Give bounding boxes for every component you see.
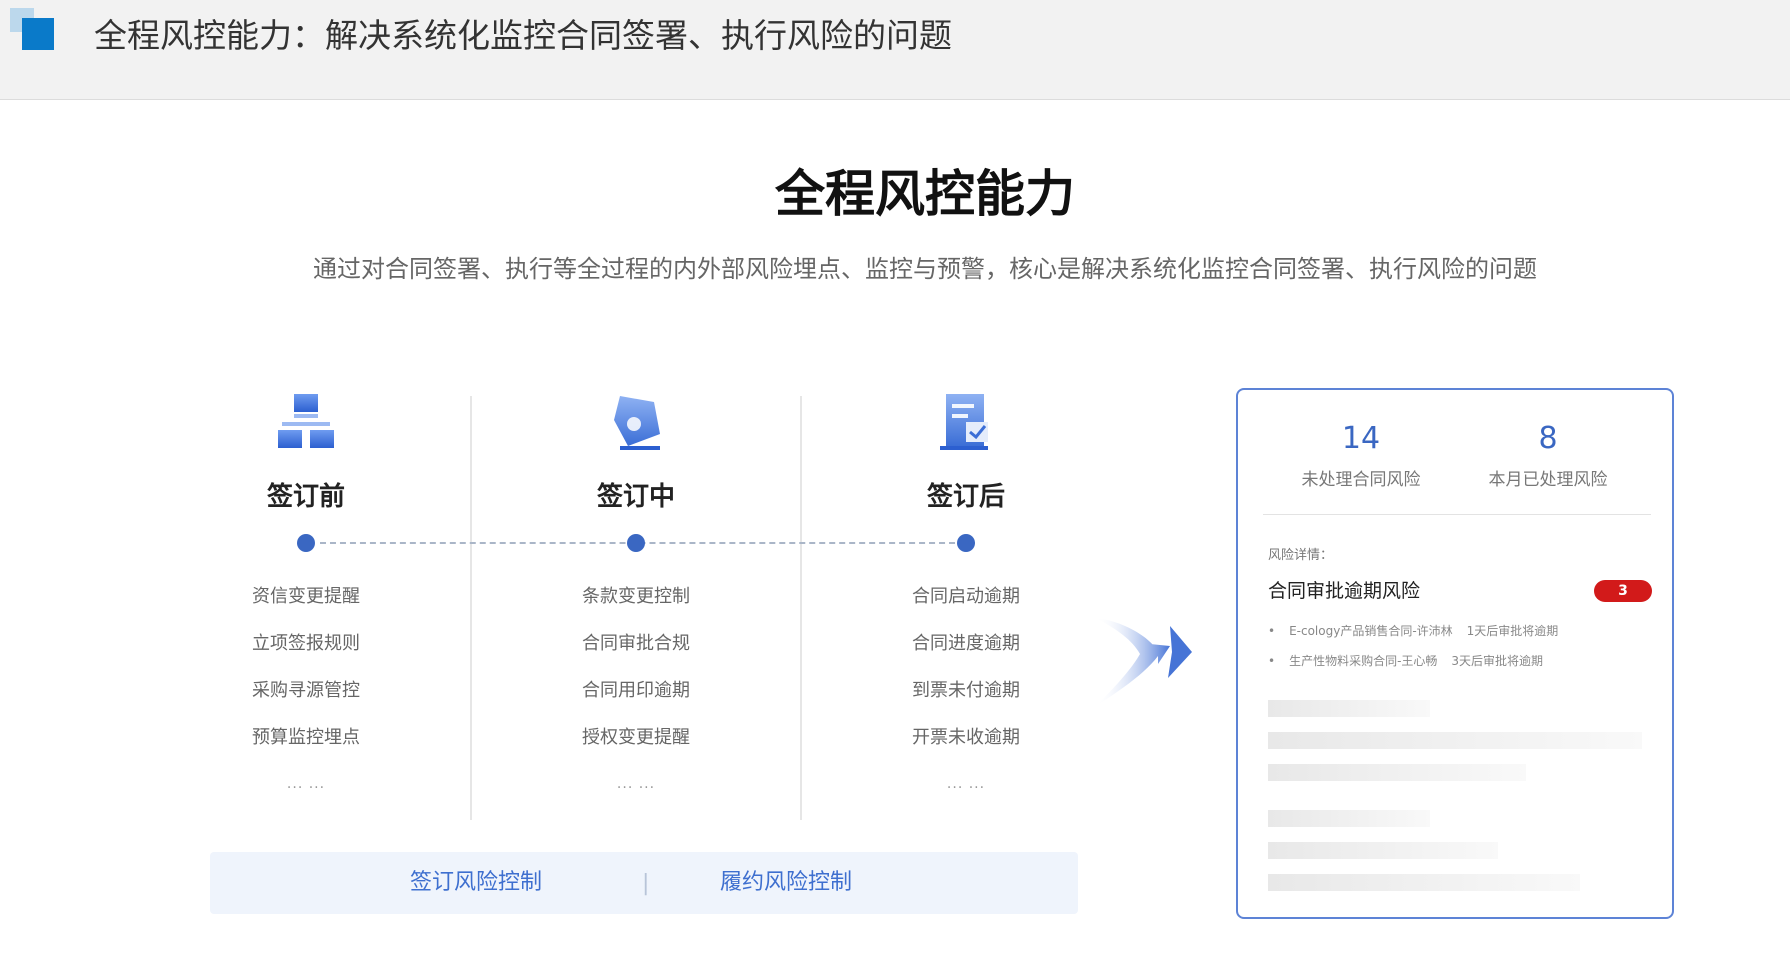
- risk-item-contract: E-cology产品销售合同-许沛林: [1289, 624, 1453, 638]
- stage-item: 合同审批合规: [582, 633, 690, 654]
- risk-item-note: 1天后审批将逾期: [1466, 624, 1559, 638]
- stage-title: 签订后: [926, 482, 1005, 512]
- risk-item-contract: 生产性物料采购合同-王心畅: [1289, 654, 1438, 668]
- stage-items: 条款变更控制 合同审批合规 合同用印逾期 授权变更提醒 ... ...: [471, 584, 801, 792]
- risk-item-note: 3天后审批将逾期: [1451, 654, 1544, 668]
- stage-item: 开票未收逾期: [912, 727, 1020, 748]
- header-title: 全程风控能力：解决系统化监控合同签署、执行风险的问题: [94, 16, 952, 55]
- stage-before-signing: 签订前 资信变更提醒 立项签报规则 采购寻源管控 预算监控埋点 ... ...: [141, 392, 471, 792]
- skeleton-line: [1268, 810, 1430, 827]
- bar-separator: |: [642, 871, 650, 896]
- stat-label: 未处理合同风险: [1301, 470, 1421, 490]
- stage-item: 授权变更提醒: [582, 727, 690, 748]
- stage-item: 条款变更控制: [582, 586, 690, 607]
- skeleton-line: [1268, 700, 1430, 717]
- stage-items: 合同启动逾期 合同进度逾期 到票未付逾期 开票未收逾期 ... ...: [801, 584, 1131, 792]
- timeline-dot: [297, 534, 315, 552]
- stage-items: 资信变更提醒 立项签报规则 采购寻源管控 预算监控埋点 ... ...: [141, 584, 471, 792]
- risk-category-title[interactable]: 合同审批逾期风险: [1268, 578, 1420, 604]
- skeleton-line: [1268, 842, 1498, 859]
- stage-item: 资信变更提醒: [252, 586, 360, 607]
- stage-more: ... ...: [286, 776, 326, 792]
- stage-item: 合同用印逾期: [582, 680, 690, 701]
- stage-more: ... ...: [946, 776, 986, 792]
- stage-more: ... ...: [616, 776, 656, 792]
- risk-control-bar: 签订风险控制 | 履约风险控制: [210, 852, 1078, 914]
- stage-during-signing: 签订中 条款变更控制 合同审批合规 合同用印逾期 授权变更提醒 ... ...: [471, 392, 801, 792]
- signing-risk-control-label: 签订风险控制: [410, 870, 543, 895]
- stage-item: 立项签报规则: [252, 633, 360, 654]
- risk-list-item[interactable]: • E-cology产品销售合同-许沛林 1天后审批将逾期: [1268, 622, 1558, 640]
- stat-value: 14: [1341, 421, 1381, 456]
- timeline-dot: [627, 534, 645, 552]
- stage-item: 预算监控埋点: [252, 727, 360, 748]
- timeline-dashed-line: [320, 542, 975, 544]
- stage-title: 签订中: [596, 482, 675, 512]
- skeleton-line: [1268, 732, 1642, 749]
- logo-square-icon: [22, 18, 54, 50]
- stat-processed-this-month[interactable]: 8 本月已处理风险: [1448, 420, 1648, 492]
- arrow-right-icon: [1096, 618, 1192, 706]
- risk-details-label: 风险详情：: [1268, 548, 1334, 563]
- pen-nib-icon: [614, 396, 660, 450]
- panel-divider: [1263, 514, 1651, 515]
- stage-item: 合同启动逾期: [912, 586, 1020, 607]
- risk-panel: 14 未处理合同风险 8 本月已处理风险 风险详情： 合同审批逾期风险 3 • E…: [1236, 388, 1674, 919]
- org-chart-icon: [278, 394, 334, 448]
- main-title: 全程风控能力: [775, 165, 1075, 223]
- stage-item: 到票未付逾期: [912, 680, 1020, 701]
- stage-item: 采购寻源管控: [252, 680, 360, 701]
- bullet: •: [1268, 624, 1276, 638]
- header-bar: 全程风控能力：解决系统化监控合同签署、执行风险的问题: [0, 0, 1790, 100]
- risk-list-item[interactable]: • 生产性物料采购合同-王心畅 3天后审批将逾期: [1268, 652, 1543, 670]
- performance-risk-control-label: 履约风险控制: [720, 870, 853, 895]
- stat-value: 8: [1538, 421, 1558, 456]
- stat-unprocessed[interactable]: 14 未处理合同风险: [1261, 420, 1461, 492]
- timeline-dot: [957, 534, 975, 552]
- main-subtitle: 通过对合同签署、执行等全过程的内外部风险埋点、监控与预警，核心是解决系统化监控合…: [313, 255, 1537, 283]
- skeleton-line: [1268, 764, 1526, 781]
- bullet: •: [1268, 654, 1276, 668]
- stage-title: 签订前: [266, 482, 345, 512]
- skeleton-line: [1268, 874, 1580, 891]
- stage-item: 合同进度逾期: [912, 633, 1020, 654]
- document-check-icon: [940, 394, 988, 450]
- stat-label: 本月已处理风险: [1488, 470, 1608, 490]
- risk-count-badge: 3: [1594, 580, 1652, 602]
- stage-after-signing: 签订后 合同启动逾期 合同进度逾期 到票未付逾期 开票未收逾期 ... ...: [801, 392, 1131, 792]
